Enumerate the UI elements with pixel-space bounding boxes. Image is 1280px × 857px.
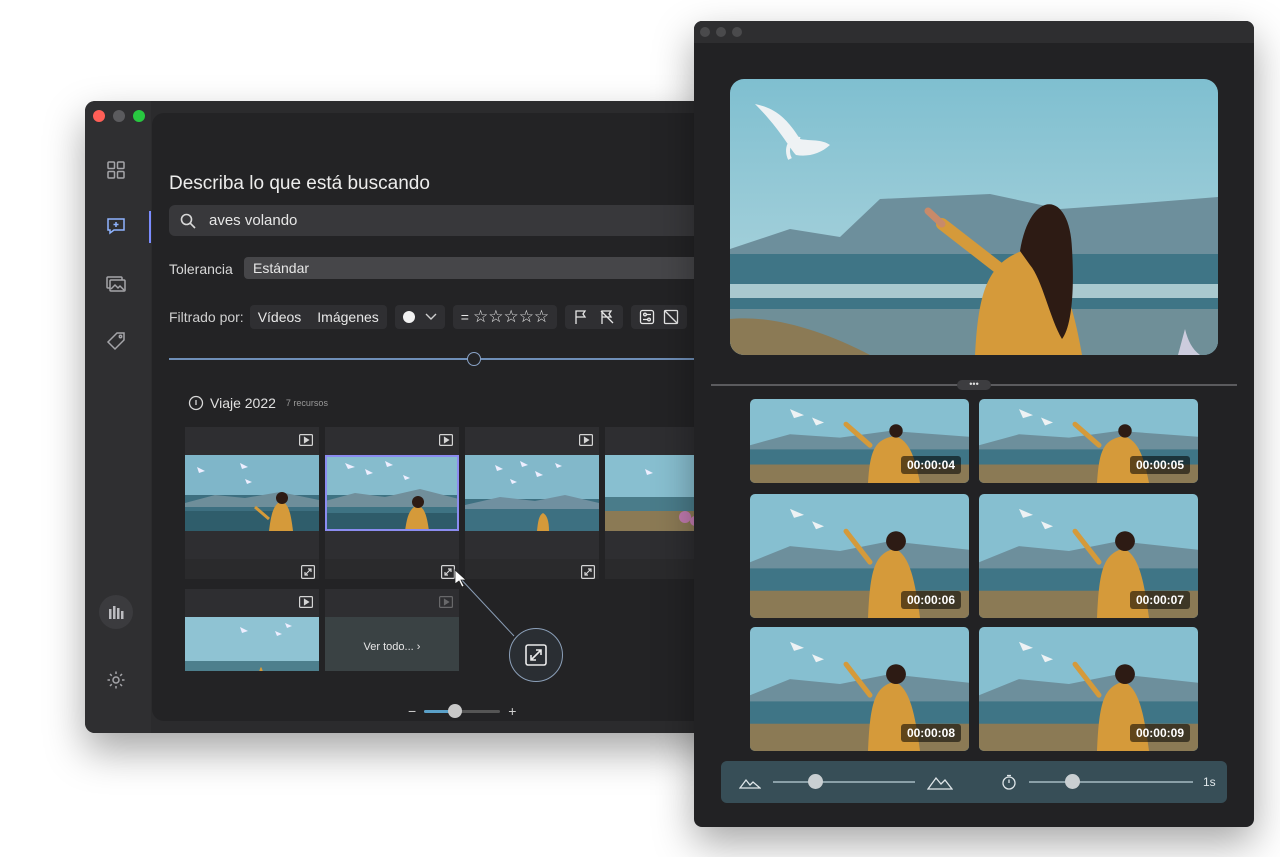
keyframe-thumbnail[interactable]: 00:00:05 [979,399,1198,483]
video-icon [439,434,453,446]
expand-icon [525,644,547,666]
zoom-in-button[interactable]: + [508,703,516,719]
grid-icon[interactable] [105,159,127,181]
keyframe-thumbnail[interactable]: 00:00:08 [750,627,969,751]
close-button[interactable] [93,110,105,122]
splitter-handle[interactable]: ••• [957,380,991,390]
sidebar [85,101,151,733]
color-filter-dropdown[interactable] [394,305,445,329]
star-rating-icon: ☆☆☆☆☆ [472,307,550,327]
zoom-slider[interactable] [424,703,501,718]
filter-videos-label: Vídeos [257,309,302,325]
zoom-control: − + [408,703,516,719]
window-controls [93,110,145,122]
zoom-knob[interactable] [447,703,462,718]
search-window: Describa lo que está buscando Tolerancia… [85,101,725,733]
settings-gear-icon[interactable] [105,669,127,691]
result-tile[interactable] [465,427,599,579]
expand-icon[interactable] [301,565,315,579]
rating-filter[interactable]: = ☆☆☆☆☆ [452,305,558,329]
maximize-button[interactable] [732,27,742,37]
result-thumbnail-selected[interactable] [325,455,459,531]
collection-title: Viaje 2022 [210,395,276,411]
stats-button[interactable] [99,595,133,629]
search-prompt-icon[interactable] [105,215,127,237]
flag-filter[interactable] [565,305,624,329]
chevron-right-circle-icon: › [416,641,421,653]
preview-window: ••• 00:00:04 00:00:05 00:00:06 00:00:07 00:0… [694,21,1254,827]
expand-icon[interactable] [441,565,455,579]
interval-knob[interactable] [1065,774,1080,789]
small-mountain-icon [739,778,761,789]
search-input[interactable] [207,211,611,230]
see-all-label: Ver todo... [363,641,414,653]
result-thumbnail[interactable] [465,455,599,531]
tolerance-label: Tolerancia [169,261,233,277]
timecode-label: 00:00:08 [900,724,961,742]
tag-icon[interactable] [105,330,127,352]
results-divider [169,358,725,360]
chevron-down-icon [425,313,437,320]
see-all-link[interactable]: Ver todo... › [325,641,459,653]
thumbnail-size-slider[interactable] [773,774,915,789]
search-field[interactable] [169,205,725,236]
minimize-button[interactable] [113,110,125,122]
search-icon [180,213,196,229]
timer-icon [1002,774,1016,790]
search-panel: Describa lo que está buscando Tolerancia… [152,113,725,721]
filter-bar: Filtrado por: Vídeos Imágenes = ☆☆☆☆☆ [169,305,688,329]
info-icon [188,395,204,411]
search-heading: Describa lo que está buscando [169,173,430,194]
sliders-icon [640,309,655,325]
gallery-icon[interactable] [105,273,127,295]
interval-slider[interactable] [1029,774,1193,789]
video-icon [299,434,313,446]
flag-off-icon [600,310,614,324]
result-tile[interactable] [185,589,319,671]
close-button[interactable] [700,27,710,37]
video-icon [579,434,593,446]
rating-operator: = [460,309,469,325]
expand-callout[interactable] [509,628,563,682]
timecode-label: 00:00:07 [1129,591,1190,609]
interval-value: 1s [1203,775,1216,789]
timecode-label: 00:00:04 [900,456,961,474]
keyframe-thumbnail[interactable]: 00:00:06 [750,494,969,618]
adjust-filter[interactable] [631,305,688,329]
minimize-button[interactable] [716,27,726,37]
keyframe-thumbnail[interactable]: 00:00:04 [750,399,969,483]
expand-icon[interactable] [581,565,595,579]
result-thumbnail[interactable] [185,617,319,671]
video-icon [439,596,453,608]
collection-header: Viaje 2022 7 recursos [188,395,328,411]
filter-images-label[interactable]: Imágenes [317,309,378,325]
bar-chart-icon [109,606,124,619]
filter-videos[interactable]: Vídeos Imágenes [249,305,387,329]
see-all-tile[interactable]: Ver todo... › [325,589,459,671]
collapse-toggle[interactable] [467,352,481,366]
tolerance-select[interactable]: Estándar [244,257,725,279]
video-icon [299,596,313,608]
keyframe-thumbnail[interactable]: 00:00:09 [979,627,1198,751]
timecode-label: 00:00:06 [900,591,961,609]
preview-titlebar [694,21,1254,43]
active-indicator [149,211,151,243]
timecode-label: 00:00:05 [1129,456,1190,474]
video-preview[interactable] [730,79,1218,355]
thumbnail-size-knob[interactable] [808,774,823,789]
no-image-icon [664,309,679,325]
keyframe-thumbnail[interactable]: 00:00:07 [979,494,1198,618]
result-tile[interactable] [185,427,319,579]
zoom-out-button[interactable]: − [408,703,416,719]
timecode-label: 00:00:09 [1129,724,1190,742]
filter-label: Filtrado por: [169,309,244,325]
collection-count: 7 recursos [285,398,328,408]
flag-icon [575,310,587,324]
result-thumbnail[interactable] [185,455,319,531]
preview-controls: 1s [721,761,1227,803]
result-tile-selected[interactable] [325,427,459,579]
color-dot-icon [402,311,415,323]
large-mountain-icon [927,776,953,790]
maximize-button[interactable] [133,110,145,122]
